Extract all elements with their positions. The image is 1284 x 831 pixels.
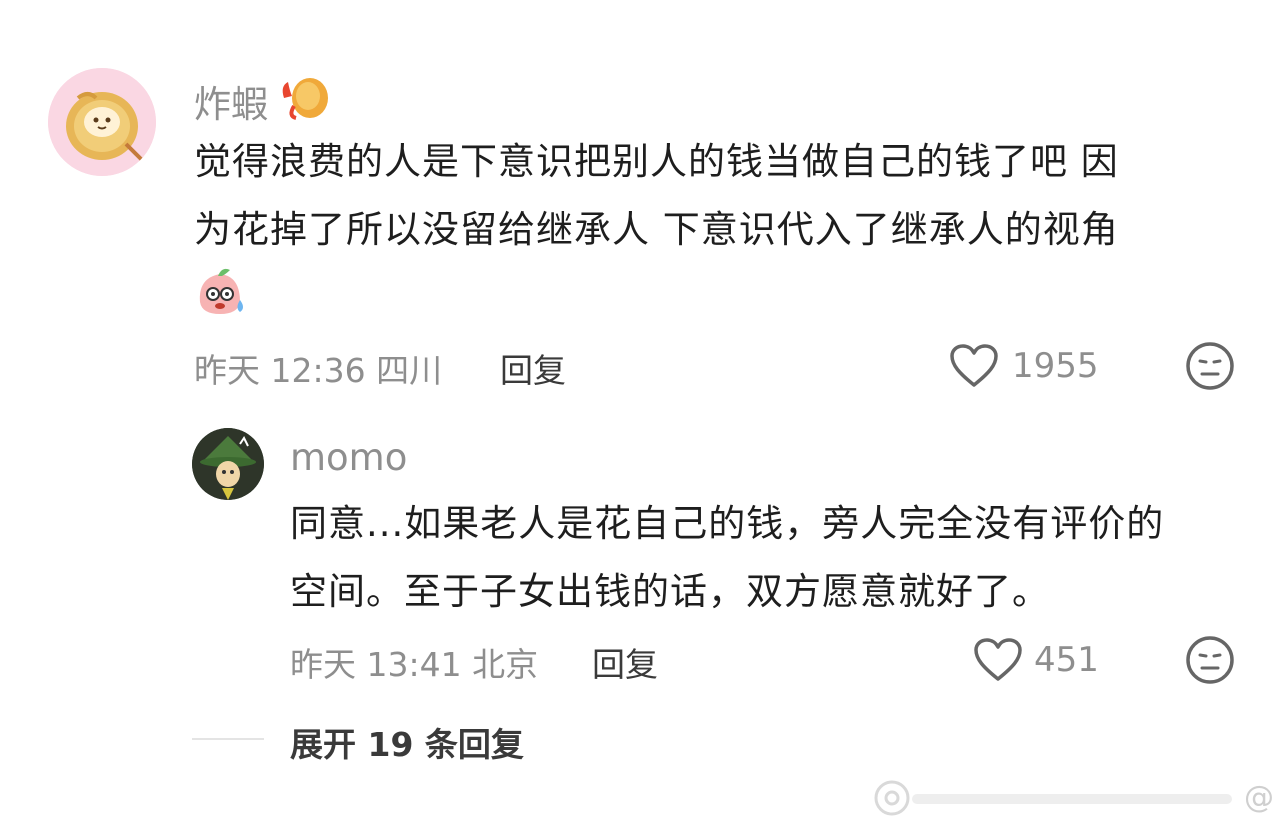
comment-meta: 昨天 12:36 四川 (194, 351, 443, 390)
comment-text-line: 觉得浪费的人是下意识把别人的钱当做自己的钱了吧 因 (194, 140, 1119, 183)
comment-text-line: 为花掉了所以没留给继承人 下意识代入了继承人的视角 (194, 208, 1119, 251)
expand-replies-button[interactable]: 展开 19 条回复 (290, 718, 524, 766)
reply-author-name[interactable]: momo (290, 436, 407, 479)
neutral-face-icon (1186, 342, 1234, 390)
comment-author-avatar[interactable] (48, 68, 156, 176)
reply-meta: 昨天 13:41 北京 (290, 645, 539, 684)
watermark-logo-icon (874, 780, 910, 816)
comment-author-name[interactable]: 炸蝦 (194, 74, 268, 128)
reply-text-line: 同意...如果老人是花自己的钱，旁人完全没有评价的 (290, 502, 1165, 545)
reply-like-count: 451 (1034, 640, 1099, 680)
neutral-face-icon (1186, 636, 1234, 684)
reply-text: 同意...如果老人是花自己的钱，旁人完全没有评价的 空间。至于子女出钱的话，双方… (290, 490, 1260, 626)
character-with-hat-avatar-art (192, 428, 264, 500)
comment-text: 觉得浪费的人是下意识把别人的钱当做自己的钱了吧 因 为花掉了所以没留给继承人 下… (194, 128, 1254, 264)
expand-replies-divider (192, 738, 264, 740)
reply-like-button[interactable] (970, 634, 1026, 686)
comment-reply-button[interactable]: 回复 (500, 344, 566, 392)
reply-dislike-button[interactable] (1184, 634, 1236, 686)
watermark-text: @ (1244, 780, 1274, 815)
heart-icon (950, 344, 998, 387)
comment-like-button[interactable] (946, 340, 1002, 392)
watermark: @ (872, 776, 1274, 822)
reply-author-avatar[interactable] (192, 428, 264, 500)
comment-dislike-button[interactable] (1184, 340, 1236, 392)
shrimp-character-avatar-art (48, 68, 156, 176)
reply-reply-button[interactable]: 回复 (592, 638, 658, 686)
comment-like-count: 1955 (1012, 346, 1099, 386)
fried-shrimp-emoji-icon (282, 78, 328, 120)
reply-text-line: 空间。至于子女出钱的话，双方愿意就好了。 (290, 570, 1050, 613)
sweating-face-emoji-icon (199, 268, 243, 314)
heart-icon (974, 638, 1022, 681)
